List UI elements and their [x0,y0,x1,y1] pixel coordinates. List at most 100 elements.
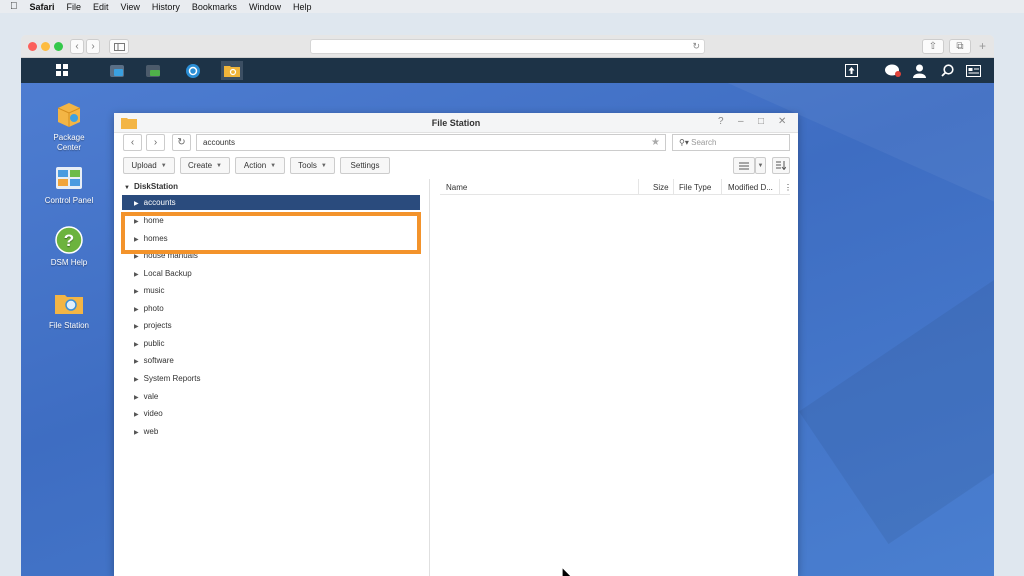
desktop-icon-dsm-help[interactable]: ? DSM Help [34,225,104,268]
collapsed-triangle-icon[interactable]: ▶ [134,395,139,401]
column-header-size[interactable]: Size [653,183,669,192]
maximize-icon[interactable]: □ [758,116,764,127]
desktop-icon-control-panel[interactable]: Control Panel [34,163,104,206]
desktop-icon-file-station[interactable]: File Station [34,288,104,331]
back-icon[interactable]: ‹ [123,134,142,151]
tree-item-label: Local Backup [143,269,192,278]
path-value: accounts [203,138,236,147]
collapsed-triangle-icon[interactable]: ▶ [134,324,139,330]
minimize-icon[interactable]: – [738,116,744,127]
menu-edit[interactable]: Edit [93,2,109,12]
column-divider[interactable] [638,179,639,195]
tree-item-local-backup[interactable]: ▶ Local Backup [122,266,420,281]
main-menu-icon[interactable] [54,62,71,79]
close-window-button[interactable] [28,42,37,51]
reload-icon[interactable]: ↻ [692,41,700,52]
forward-icon[interactable]: › [146,134,165,151]
tree-root-label: DiskStation [133,182,178,191]
tools-button[interactable]: Tools ▼ [290,157,335,174]
refresh-icon[interactable]: ↻ [172,134,191,151]
tree-root[interactable]: ▼ DiskStation [124,182,178,191]
desktop-icon-package-center[interactable]: Package Center [34,100,104,153]
collapsed-triangle-icon[interactable]: ▶ [134,272,139,278]
tree-item-public[interactable]: ▶ public [122,336,420,351]
tree-item-vale[interactable]: ▶ vale [122,389,420,404]
safari-window: ‹ › ↻ ⇧ ⧉ + Package Center Control Panel… [21,35,994,576]
apple-icon[interactable]:  [10,1,18,12]
tree-item-system-reports[interactable]: ▶ System Reports [122,371,420,386]
vpn-icon[interactable] [144,62,161,79]
column-divider[interactable] [721,179,722,195]
collapsed-triangle-icon[interactable]: ▶ [134,377,139,383]
column-divider[interactable] [673,179,674,195]
backup-icon[interactable] [184,62,201,79]
file-station-taskbar-icon[interactable] [221,61,243,80]
forward-icon[interactable]: › [86,39,100,54]
tree-item-video[interactable]: ▶ video [122,406,420,421]
menu-help[interactable]: Help [293,2,312,12]
file-station-titlebar[interactable]: File Station ? – □ ✕ [114,113,798,133]
tree-item-accounts[interactable]: ▶ accounts [122,195,420,210]
minimize-window-button[interactable] [41,42,50,51]
help-icon: ? [54,225,84,255]
column-header-modified-date[interactable]: Modified D... [728,183,773,192]
sort-icon[interactable] [772,157,790,174]
tree-item-label: projects [143,321,172,330]
tree-item-photo[interactable]: ▶ photo [122,301,420,316]
column-menu-icon[interactable]: ⋮ [784,183,792,192]
action-button[interactable]: Action ▼ [235,157,285,174]
collapsed-triangle-icon[interactable]: ▶ [134,359,139,365]
sidebar-icon[interactable] [109,39,129,54]
view-options-chevron-icon[interactable]: ▼ [755,157,766,174]
collapsed-triangle-icon[interactable]: ▶ [134,430,139,436]
tree-item-web[interactable]: ▶ web [122,424,420,439]
wallpaper-ray [799,131,994,545]
collapsed-triangle-icon[interactable]: ▶ [134,342,139,348]
menu-view[interactable]: View [121,2,140,12]
new-tab-icon[interactable]: + [979,39,986,53]
file-station-window: File Station ? – □ ✕ ‹ › ↻ accounts ★ ⚲▾… [114,113,798,576]
collapsed-triangle-icon[interactable]: ▶ [134,201,139,207]
widgets-icon[interactable] [965,62,982,79]
file-list: Name Size File Type Modified D... ⋮ [440,179,798,576]
desktop-icon-label: Control Panel [44,196,94,205]
collapsed-triangle-icon[interactable]: ▶ [134,307,139,313]
expanded-triangle-icon[interactable]: ▼ [124,185,130,191]
tree-item-label: public [143,339,165,348]
menu-history[interactable]: History [152,2,180,12]
menu-window[interactable]: Window [249,2,281,12]
star-icon[interactable]: ★ [651,137,660,148]
search-input[interactable]: ⚲▾ Search [672,134,790,151]
tabs-icon[interactable]: ⧉ [949,39,971,54]
settings-button[interactable]: Settings [340,157,390,174]
collapsed-triangle-icon[interactable]: ▶ [134,289,139,295]
upload-queue-icon[interactable] [843,62,860,79]
back-icon[interactable]: ‹ [70,39,84,54]
menu-bookmarks[interactable]: Bookmarks [192,2,237,12]
column-divider[interactable] [779,179,780,195]
tree-item-software[interactable]: ▶ software [122,353,420,368]
tree-item-music[interactable]: ▶ music [122,283,420,298]
menu-app-name[interactable]: Safari [30,2,55,12]
upload-button[interactable]: Upload ▼ [123,157,175,174]
path-input[interactable]: accounts ★ [196,134,666,151]
search-icon[interactable] [939,62,956,79]
collapsed-triangle-icon[interactable]: ▶ [134,254,139,260]
collapsed-triangle-icon[interactable]: ▶ [134,412,139,418]
notifications-icon[interactable] [884,62,901,79]
column-header-name[interactable]: Name [446,183,467,192]
tree-item-projects[interactable]: ▶ projects [122,318,420,333]
menu-file[interactable]: File [67,2,82,12]
help-icon[interactable]: ? [718,116,724,127]
zoom-window-button[interactable] [54,42,63,51]
view-list-icon[interactable] [733,157,755,174]
close-icon[interactable]: ✕ [778,116,786,127]
address-bar[interactable]: ↻ [310,39,705,54]
share-icon[interactable]: ⇧ [922,39,944,54]
desktop-icon-label: Center [56,143,81,152]
column-header-file-type[interactable]: File Type [679,183,711,192]
taskbar-app-icon[interactable] [108,62,125,79]
tree-item-label: video [143,409,163,418]
create-button[interactable]: Create ▼ [180,157,230,174]
user-icon[interactable] [911,62,928,79]
